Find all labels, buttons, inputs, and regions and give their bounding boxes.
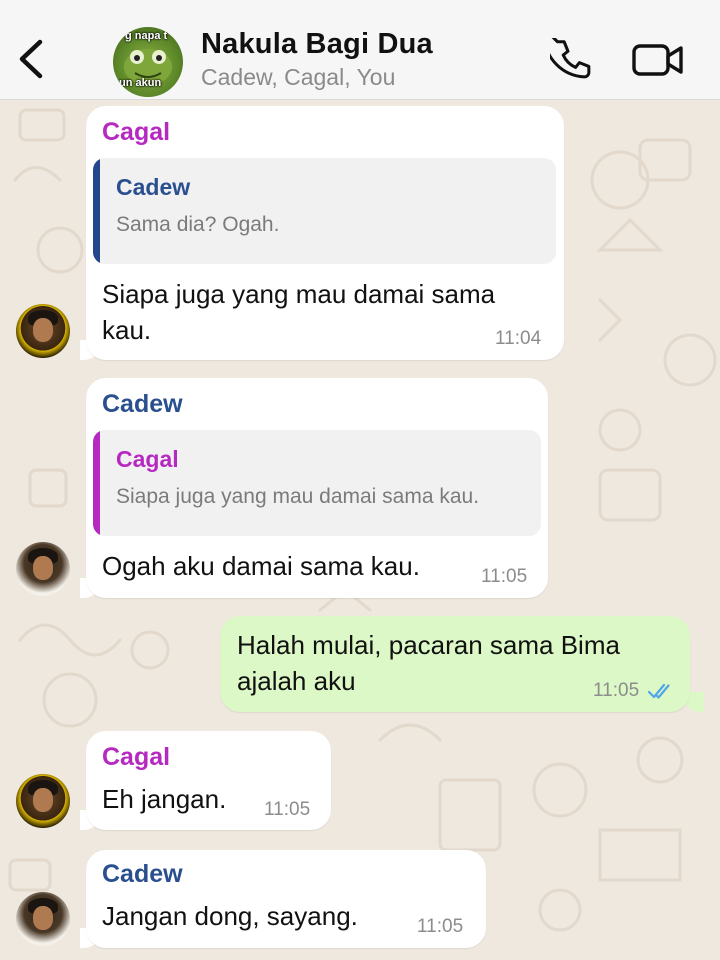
chat-header: g napa t un akun Nakula Bagi Dua Cadew, … [0, 0, 720, 100]
message-bubble[interactable]: Cagal Cadew Sama dia? Ogah. Siapa juga y… [86, 106, 564, 360]
message-text-line: Halah mulai, pacaran sama Bima [237, 630, 620, 660]
quote-text: Sama dia? Ogah. [116, 213, 280, 236]
message-time: 11:05 [417, 916, 464, 937]
chat-title[interactable]: Nakula Bagi Dua [201, 28, 433, 61]
message-text: Eh jangan. [102, 784, 227, 814]
sender-name[interactable]: Cadew [102, 860, 183, 889]
back-button[interactable] [14, 34, 48, 84]
message-text-line: ajalah aku [237, 666, 356, 696]
message-time: 11:05 [264, 799, 311, 820]
message-text-line: Siapa juga yang mau damai sama [102, 279, 496, 309]
quote-bar [93, 430, 100, 536]
quote-sender: Cagal [116, 446, 179, 472]
chat-participants[interactable]: Cadew, Cagal, You [201, 64, 395, 91]
sender-name[interactable]: Cadew [102, 390, 183, 419]
message-bubble[interactable]: Cadew Cagal Siapa juga yang mau damai sa… [86, 378, 548, 598]
avatar-cagal[interactable] [16, 304, 70, 358]
sender-name[interactable]: Cagal [102, 118, 170, 147]
chevron-left-icon [19, 39, 43, 79]
phone-icon [542, 30, 591, 79]
avatar-cagal[interactable] [16, 774, 70, 828]
message-text: Ogah aku damai sama kau. [102, 551, 420, 581]
message-bubble[interactable]: Cagal Eh jangan. 11:05 [86, 731, 331, 830]
message-time: 11:04 [495, 328, 542, 349]
avatar-cadew[interactable] [16, 542, 70, 596]
sender-name[interactable]: Cagal [102, 743, 170, 772]
quoted-message[interactable]: Cagal Siapa juga yang mau damai sama kau… [93, 430, 541, 536]
message-text: Jangan dong, sayang. [102, 901, 358, 931]
message-bubble[interactable]: Cadew Jangan dong, sayang. 11:05 [86, 850, 486, 948]
read-receipt-icon [647, 683, 670, 699]
message-text-line: kau. [102, 315, 152, 345]
group-avatar[interactable]: g napa t un akun [113, 27, 183, 97]
avatar-cadew[interactable] [16, 892, 70, 946]
avatar-caption-bottom: un akun [119, 77, 162, 89]
voice-call-button[interactable] [542, 30, 594, 82]
avatar-caption-top: g napa t [125, 30, 168, 42]
quote-text: Siapa juga yang mau damai sama kau. [116, 485, 480, 508]
video-call-button[interactable] [630, 40, 686, 80]
message-time: 11:05 [481, 566, 528, 587]
outgoing-message-bubble[interactable]: Halah mulai, pacaran sama Bima ajalah ak… [220, 616, 690, 712]
video-camera-icon [632, 44, 683, 76]
quoted-message[interactable]: Cadew Sama dia? Ogah. [93, 158, 556, 264]
quote-sender: Cadew [116, 174, 191, 200]
quote-bar [93, 158, 100, 264]
message-time: 11:05 [593, 680, 640, 701]
